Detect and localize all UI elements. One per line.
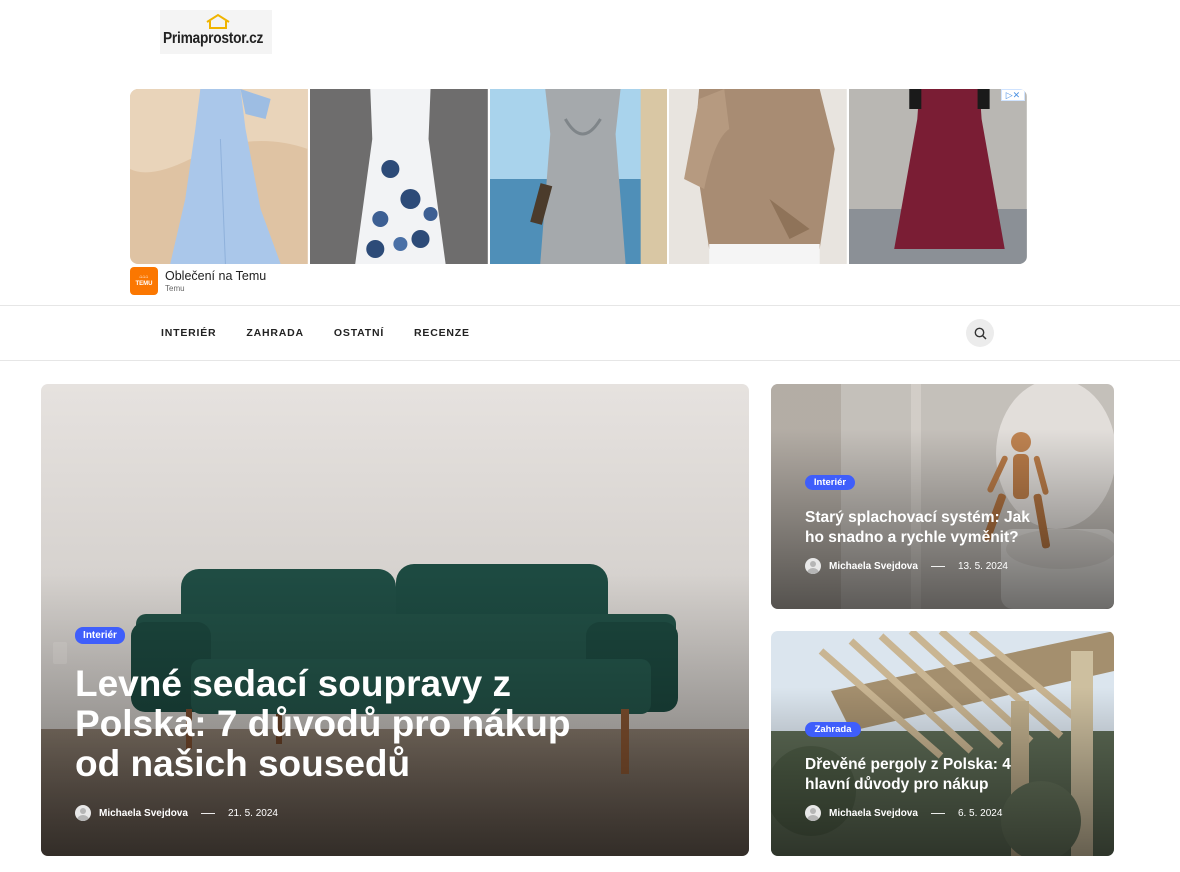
ad-product-image[interactable]: [309, 89, 488, 264]
adchoices-icon[interactable]: ▷✕: [1000, 89, 1025, 101]
side-post-title[interactable]: Dřevěné pergoly z Polska: 4 hlavní důvod…: [805, 755, 1035, 795]
temu-logo: ⌂⌂⌂ TEMU: [130, 267, 158, 295]
ad-advertiser: Temu: [165, 284, 185, 293]
search-button[interactable]: [966, 319, 994, 347]
house-icon: [206, 13, 230, 29]
author-name[interactable]: Michaela Svejdova: [829, 561, 918, 572]
category-tag[interactable]: Zahrada: [805, 722, 861, 737]
post-meta: Michaela Svejdova 21. 5. 2024: [75, 805, 278, 821]
nav-item-recenze[interactable]: RECENZE: [414, 327, 470, 339]
ad-product-image[interactable]: [489, 89, 668, 264]
ad-title[interactable]: Oblečení na Temu: [165, 269, 266, 283]
search-icon: [974, 327, 987, 340]
ad-image-strip[interactable]: ▷✕: [130, 89, 1027, 264]
featured-post-title[interactable]: Levné sedací soupravy z Polska: 7 důvodů…: [75, 664, 595, 784]
ad-product-image[interactable]: [669, 89, 848, 264]
author-avatar: [805, 805, 821, 821]
nav-item-interier[interactable]: INTERIÉR: [161, 327, 216, 339]
ad-product-image[interactable]: ▷✕: [849, 89, 1027, 264]
post-date: 13. 5. 2024: [957, 560, 1008, 572]
nav-item-zahrada[interactable]: ZAHRADA: [246, 327, 304, 339]
author-name[interactable]: Michaela Svejdova: [99, 808, 188, 819]
side-post-title[interactable]: Starý splachovací systém: Jak ho snadno …: [805, 508, 1035, 548]
side-post-card[interactable]: Interiér Starý splachovací systém: Jak h…: [771, 384, 1114, 609]
post-meta: Michaela Svejdova 6. 5. 2024: [805, 805, 1002, 821]
post-date: 6. 5. 2024: [957, 807, 1003, 819]
category-tag[interactable]: Interiér: [805, 475, 855, 490]
main-navigation: INTERIÉR ZAHRADA OSTATNÍ RECENZE: [0, 305, 1180, 361]
post-date: 21. 5. 2024: [227, 807, 278, 819]
author-name[interactable]: Michaela Svejdova: [829, 808, 918, 819]
author-avatar: [75, 805, 91, 821]
site-logo[interactable]: Primaprostor.cz: [160, 10, 272, 54]
nav-item-ostatni[interactable]: OSTATNÍ: [334, 327, 384, 339]
category-tag[interactable]: Interiér: [75, 627, 125, 644]
ad-product-image[interactable]: [130, 89, 308, 264]
ad-footer[interactable]: ⌂⌂⌂ TEMU Oblečení na Temu Temu: [130, 267, 266, 295]
featured-post-card[interactable]: Interiér Levné sedací soupravy z Polska:…: [41, 384, 749, 856]
author-avatar: [805, 558, 821, 574]
side-post-card[interactable]: Zahrada Dřevěné pergoly z Polska: 4 hlav…: [771, 631, 1114, 856]
advertisement[interactable]: ▷✕ ⌂⌂⌂ TEMU Oblečení na Temu Temu: [130, 89, 1027, 297]
site-logo-text: Primaprostor.cz: [163, 30, 264, 47]
post-meta: Michaela Svejdova 13. 5. 2024: [805, 558, 1008, 574]
